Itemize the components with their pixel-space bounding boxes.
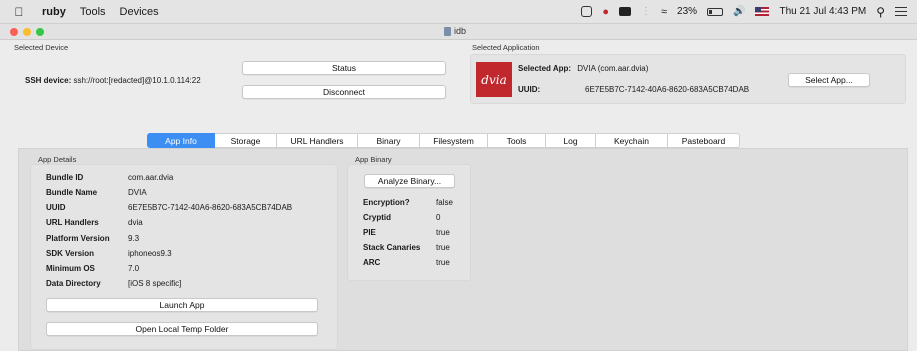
ssh-device-value: ssh://root:[redacted]@10.1.0.114:22 bbox=[73, 76, 201, 85]
app-binary-label: App Binary bbox=[355, 155, 392, 164]
uuid-detail-value: 6E7E5B7C-7142-40A6-8620-683A5CB74DAB bbox=[128, 203, 293, 212]
wifi-icon[interactable]: ≈ bbox=[661, 6, 667, 18]
tab-app-info[interactable]: App Info bbox=[147, 133, 215, 148]
menu-bar:  ruby Tools Devices ● ⋮ ≈ 23% 🔊 Thu 21 … bbox=[0, 0, 917, 24]
tab-binary[interactable]: Binary bbox=[358, 133, 420, 148]
window-title-bar: idb bbox=[0, 24, 917, 40]
ssh-device-row: SSH device: ssh://root:[redacted]@10.1.0… bbox=[25, 76, 201, 85]
apple-menu-icon[interactable]:  bbox=[10, 5, 28, 19]
checkbox-status-icon[interactable] bbox=[581, 6, 593, 17]
app-logo: dvia bbox=[476, 62, 512, 97]
uuid-label: UUID: bbox=[518, 85, 541, 94]
minimum-os-value: 7.0 bbox=[128, 264, 140, 273]
platform-version-value: 9.3 bbox=[128, 234, 140, 243]
selected-application-label: Selected Application bbox=[472, 43, 540, 52]
stack-canaries-label: Stack Canaries bbox=[363, 243, 421, 252]
separator-icon: ⋮ bbox=[640, 6, 651, 17]
stack-canaries-value: true bbox=[436, 243, 450, 252]
person-status-icon[interactable]: ● bbox=[602, 6, 609, 18]
zoom-window-button[interactable] bbox=[36, 27, 44, 36]
select-app-button[interactable]: Select App... bbox=[788, 73, 870, 87]
encryption-value: false bbox=[436, 198, 453, 207]
bundle-id-value: com.aar.dvia bbox=[128, 173, 174, 182]
tab-storage[interactable]: Storage bbox=[215, 133, 277, 148]
url-handlers-label: URL Handlers bbox=[46, 218, 99, 227]
pie-label: PIE bbox=[363, 228, 376, 237]
tab-log[interactable]: Log bbox=[546, 133, 596, 148]
selected-device-label: Selected Device bbox=[14, 43, 69, 52]
spotlight-search-icon[interactable]: ⚲ bbox=[876, 5, 885, 19]
minimum-os-label: Minimum OS bbox=[46, 264, 95, 273]
menu-tools[interactable]: Tools bbox=[80, 6, 106, 18]
open-local-temp-folder-button[interactable]: Open Local Temp Folder bbox=[46, 322, 318, 336]
disconnect-button[interactable]: Disconnect bbox=[242, 85, 446, 99]
analyze-binary-button[interactable]: Analyze Binary... bbox=[364, 174, 455, 188]
window-title-text: idb bbox=[454, 26, 467, 36]
tab-bar: App Info Storage URL Handlers Binary Fil… bbox=[147, 133, 740, 148]
window-title: idb bbox=[444, 26, 466, 36]
app-details-label: App Details bbox=[38, 155, 77, 164]
encryption-label: Encryption? bbox=[363, 198, 410, 207]
uuid-detail-label: UUID bbox=[46, 203, 66, 212]
platform-version-label: Platform Version bbox=[46, 234, 110, 243]
close-window-button[interactable] bbox=[10, 27, 18, 36]
input-source-flag-icon[interactable] bbox=[755, 7, 770, 16]
clock[interactable]: Thu 21 Jul 4:43 PM bbox=[779, 6, 866, 17]
arc-label: ARC bbox=[363, 258, 381, 267]
menu-app-name[interactable]: ruby bbox=[42, 6, 66, 18]
tab-keychain[interactable]: Keychain bbox=[596, 133, 668, 148]
url-handlers-value: dvia bbox=[128, 218, 143, 227]
bundle-name-label: Bundle Name bbox=[46, 188, 98, 197]
display-status-icon[interactable] bbox=[618, 7, 631, 16]
tab-pasteboard[interactable]: Pasteboard bbox=[668, 133, 740, 148]
ssh-device-label: SSH device: bbox=[25, 76, 72, 85]
cryptid-value: 0 bbox=[436, 213, 441, 222]
status-area: ● ⋮ ≈ 23% 🔊 Thu 21 Jul 4:43 PM ⚲ bbox=[581, 5, 907, 19]
minimize-window-button[interactable] bbox=[23, 27, 31, 36]
data-directory-value: [iOS 8 specific] bbox=[128, 279, 182, 288]
status-button[interactable]: Status bbox=[242, 61, 446, 75]
volume-icon[interactable]: 🔊 bbox=[733, 6, 745, 17]
sdk-version-label: SDK Version bbox=[46, 249, 95, 258]
bundle-id-label: Bundle ID bbox=[46, 173, 84, 182]
battery-percent[interactable]: 23% bbox=[677, 6, 697, 17]
pie-value: true bbox=[436, 228, 450, 237]
tab-url-handlers[interactable]: URL Handlers bbox=[277, 133, 358, 148]
sdk-version-value: iphoneos9.3 bbox=[128, 249, 172, 258]
document-icon bbox=[444, 26, 451, 36]
uuid-value: 6E7E5B7C-7142-40A6-8620-683A5CB74DAB bbox=[585, 85, 750, 94]
launch-app-button[interactable]: Launch App bbox=[46, 298, 318, 312]
arc-value: true bbox=[436, 258, 450, 267]
battery-icon[interactable] bbox=[707, 7, 724, 16]
selected-app-value: DVIA (com.aar.dvia) bbox=[577, 64, 649, 73]
selected-app-label: Selected App: bbox=[518, 64, 572, 73]
tab-tools[interactable]: Tools bbox=[488, 133, 546, 148]
uuid-row: UUID: bbox=[518, 85, 540, 94]
tab-filesystem[interactable]: Filesystem bbox=[420, 133, 488, 148]
bundle-name-value: DVIA bbox=[128, 188, 147, 197]
selected-app-row: Selected App: DVIA (com.aar.dvia) bbox=[518, 64, 648, 73]
menu-devices[interactable]: Devices bbox=[120, 6, 159, 18]
notification-center-icon[interactable] bbox=[895, 7, 907, 16]
data-directory-label: Data Directory bbox=[46, 279, 101, 288]
cryptid-label: Cryptid bbox=[363, 213, 391, 222]
